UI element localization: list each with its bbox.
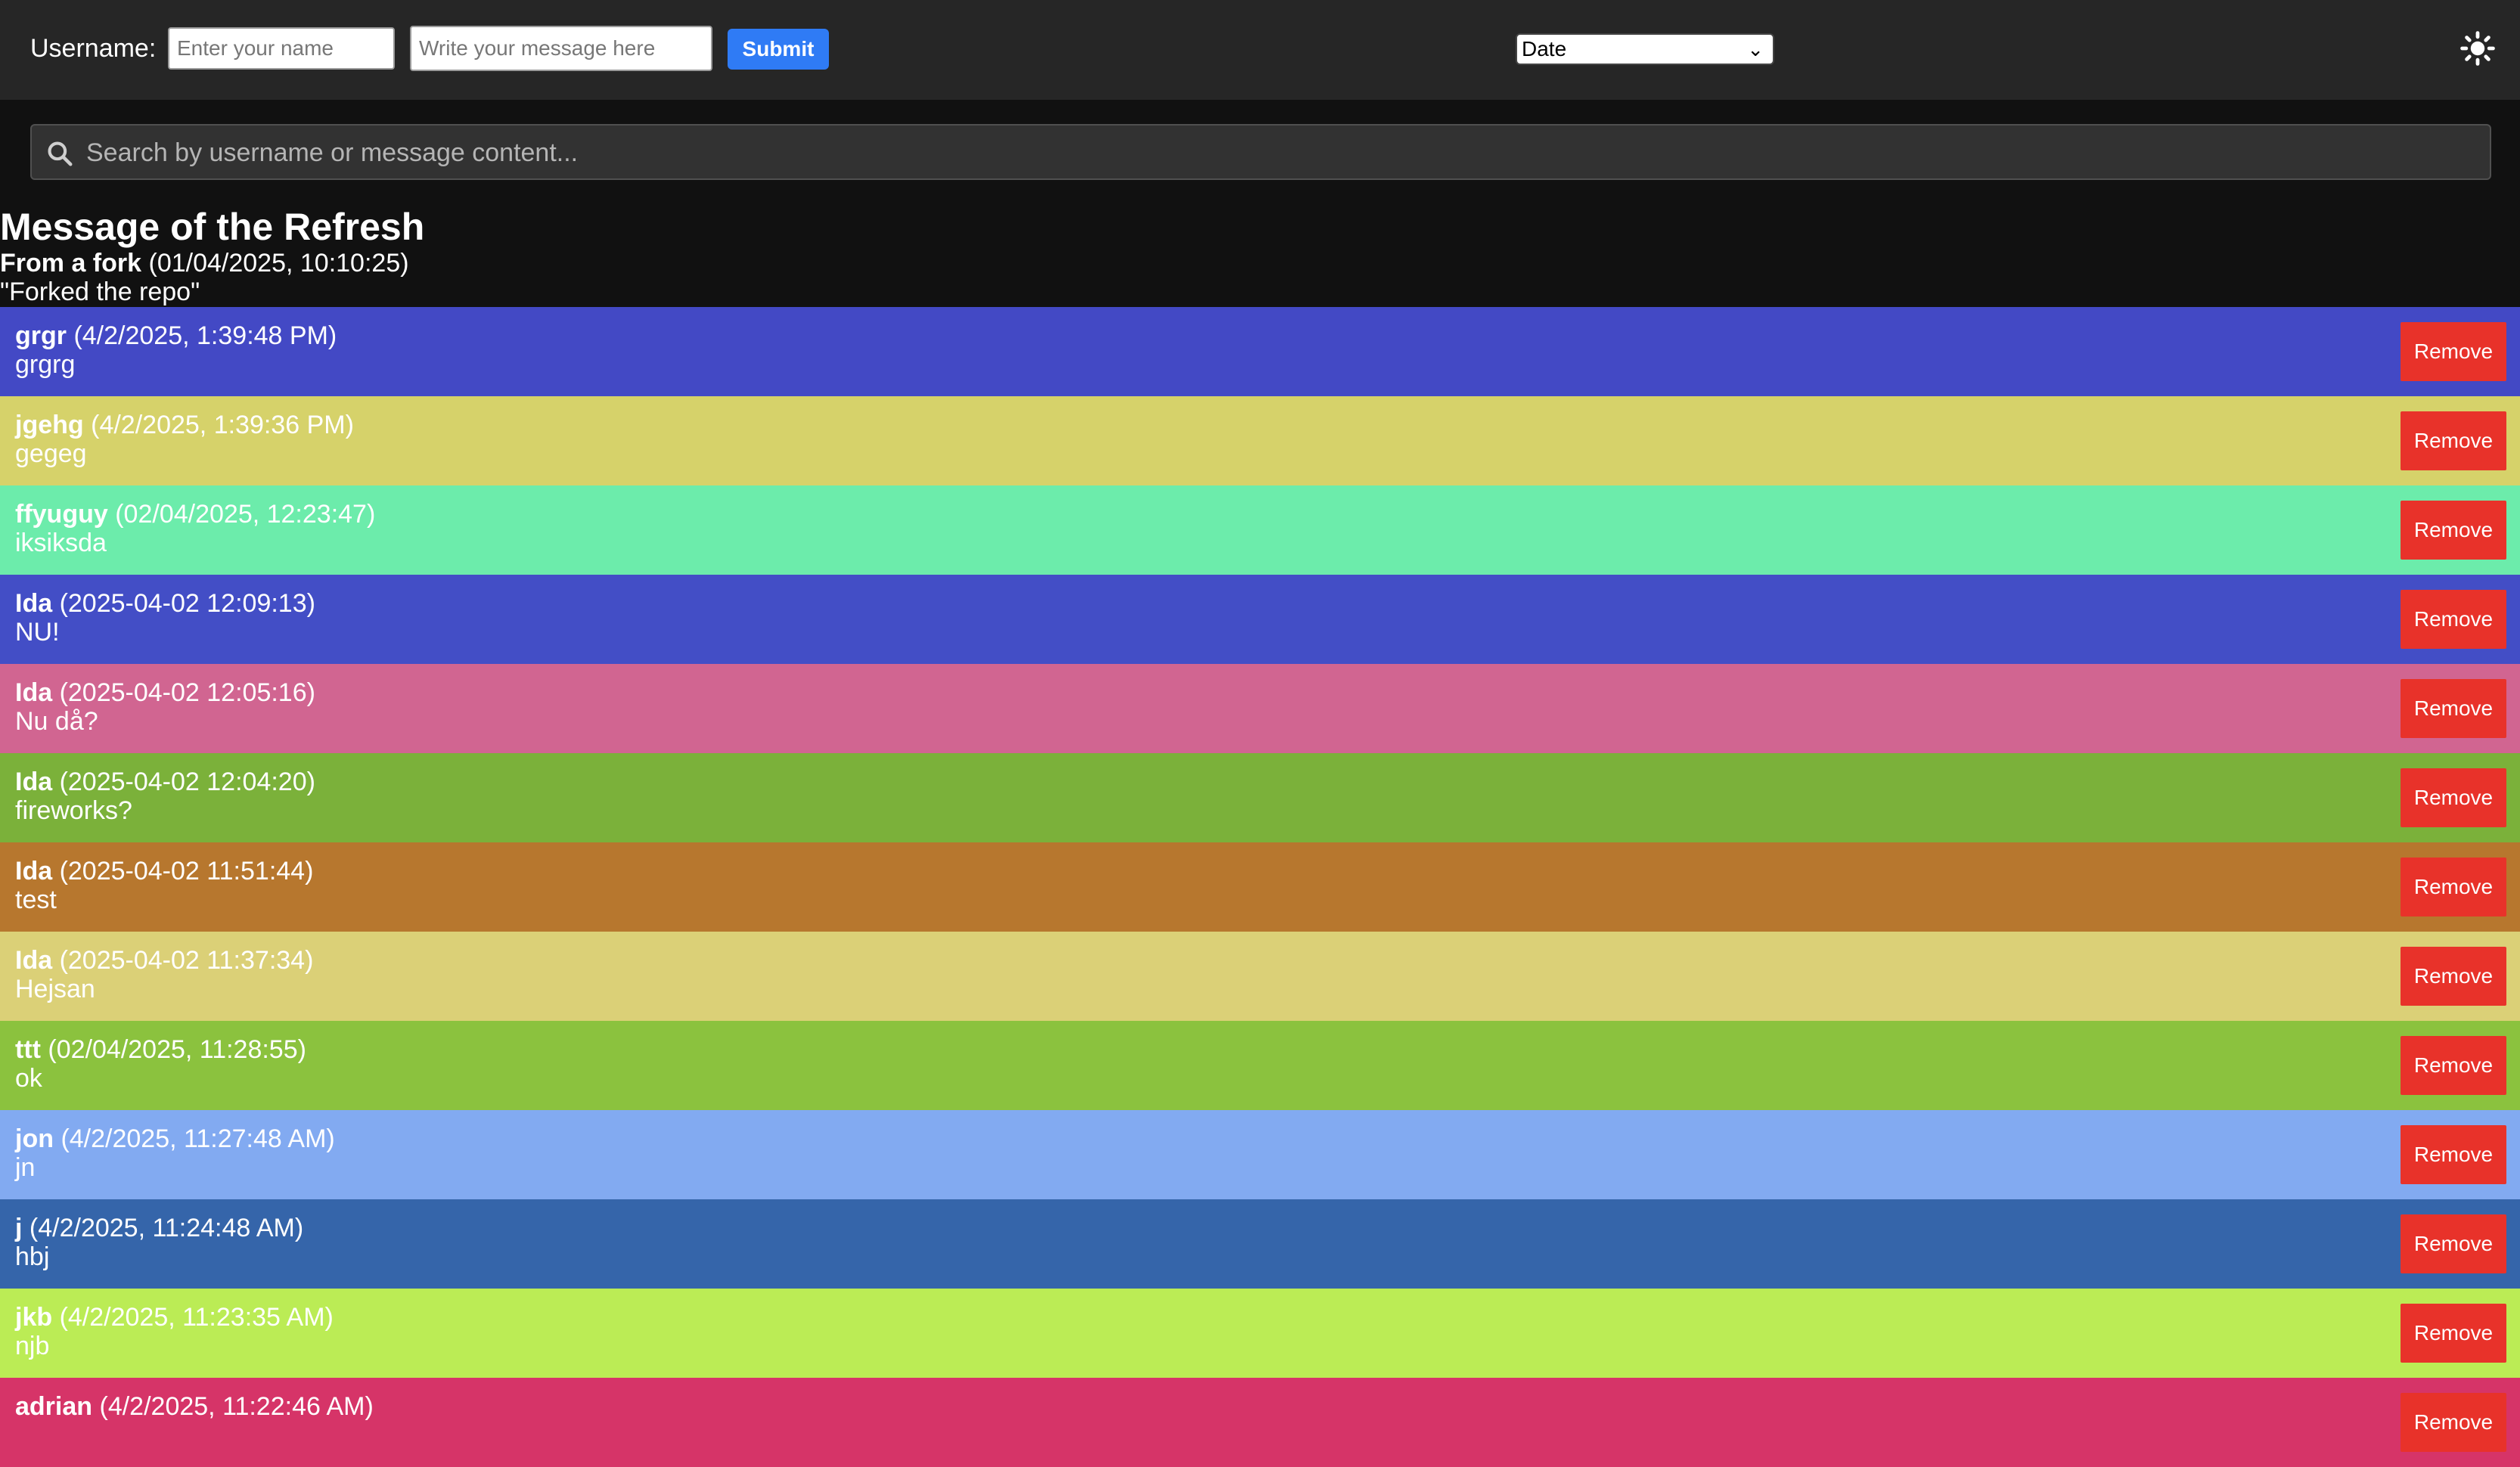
remove-button[interactable]: Remove (2401, 858, 2506, 916)
message-of-refresh-text: "Forked the repo" (0, 278, 200, 306)
message-list: grgr (4/2/2025, 1:39:48 PM) grgrg Remove… (0, 307, 2520, 1467)
message-timestamp: (4/2/2025, 1:39:48 PM) (73, 321, 337, 350)
sun-icon[interactable] (2459, 30, 2496, 67)
message-of-refresh-author: From a fork (0, 249, 142, 278)
message-input[interactable] (410, 26, 712, 71)
remove-button[interactable]: Remove (2401, 1036, 2506, 1095)
message-row: ttt (02/04/2025, 11:28:55) ok Remove (0, 1021, 2520, 1110)
sort-select-value: Date (1522, 37, 1567, 60)
message-row: Ida (2025-04-02 11:37:34) Hejsan Remove (0, 932, 2520, 1021)
message-text: Nu då? (15, 707, 98, 736)
message-row: Ida (2025-04-02 12:09:13) NU! Remove (0, 575, 2520, 664)
message-text: iksiksda (15, 529, 107, 557)
message-timestamp: (4/2/2025, 11:23:35 AM) (59, 1303, 334, 1332)
message-timestamp: (02/04/2025, 11:28:55) (48, 1035, 306, 1064)
message-username: ttt (15, 1035, 41, 1064)
message-timestamp: (4/2/2025, 11:27:48 AM) (61, 1124, 335, 1153)
message-username: jgehg (15, 411, 84, 439)
message-username: Ida (15, 857, 53, 885)
message-row: ffyuguy (02/04/2025, 12:23:47) iksiksda … (0, 485, 2520, 575)
search-icon (48, 141, 73, 166)
message-timestamp: (2025-04-02 12:05:16) (59, 678, 315, 707)
message-row: jkb (4/2/2025, 11:23:35 AM) njb Remove (0, 1289, 2520, 1378)
message-text: Hejsan (15, 975, 95, 1003)
username-input[interactable] (168, 27, 395, 70)
remove-button[interactable]: Remove (2401, 1393, 2506, 1452)
message-text: hbj (15, 1242, 50, 1271)
message-username: Ida (15, 768, 53, 796)
remove-button[interactable]: Remove (2401, 1214, 2506, 1273)
username-label: Username: (30, 34, 157, 63)
message-username: Ida (15, 946, 53, 975)
message-text: ok (15, 1064, 42, 1093)
message-row: j (4/2/2025, 11:24:48 AM) hbj Remove (0, 1199, 2520, 1289)
message-timestamp: (4/2/2025, 11:24:48 AM) (29, 1214, 304, 1242)
message-of-refresh-timestamp: (01/04/2025, 10:10:25) (148, 249, 409, 278)
message-text: fireworks? (15, 796, 132, 825)
submit-button[interactable]: Submit (728, 29, 829, 70)
message-text: njb (15, 1332, 50, 1360)
sort-select[interactable]: Date ⌄ (1516, 33, 1774, 65)
remove-button[interactable]: Remove (2401, 768, 2506, 827)
message-username: Ida (15, 678, 53, 707)
message-of-refresh-title: Message of the Refresh (0, 206, 425, 248)
message-text: gegeg (15, 439, 87, 468)
remove-button[interactable]: Remove (2401, 590, 2506, 649)
remove-button[interactable]: Remove (2401, 1304, 2506, 1363)
remove-button[interactable]: Remove (2401, 679, 2506, 738)
message-timestamp: (4/2/2025, 11:22:46 AM) (99, 1392, 374, 1421)
message-username: adrian (15, 1392, 93, 1421)
message-timestamp: (02/04/2025, 12:23:47) (115, 500, 376, 529)
search-input[interactable] (85, 130, 2478, 175)
message-text: test (15, 885, 57, 914)
message-text: NU! (15, 618, 60, 647)
search-bar (30, 124, 2491, 180)
message-username: jkb (15, 1303, 53, 1332)
message-username: ffyuguy (15, 500, 108, 529)
message-row: jgehg (4/2/2025, 1:39:36 PM) gegeg Remov… (0, 396, 2520, 485)
message-timestamp: (4/2/2025, 1:39:36 PM) (91, 411, 354, 439)
chevron-down-icon: ⌄ (1747, 38, 1764, 60)
message-of-refresh-meta: From a fork (01/04/2025, 10:10:25) (0, 248, 409, 278)
message-timestamp: (2025-04-02 12:09:13) (59, 589, 315, 618)
remove-button[interactable]: Remove (2401, 1125, 2506, 1184)
message-row: Ida (2025-04-02 11:51:44) test Remove (0, 842, 2520, 932)
top-bar: Username: Submit Date ⌄ (0, 0, 2520, 100)
message-row: grgr (4/2/2025, 1:39:48 PM) grgrg Remove (0, 307, 2520, 396)
message-row: Ida (2025-04-02 12:04:20) fireworks? Rem… (0, 753, 2520, 842)
remove-button[interactable]: Remove (2401, 501, 2506, 560)
message-row: jon (4/2/2025, 11:27:48 AM) jn Remove (0, 1110, 2520, 1199)
message-timestamp: (2025-04-02 12:04:20) (59, 768, 315, 796)
remove-button[interactable]: Remove (2401, 322, 2506, 381)
message-username: Ida (15, 589, 53, 618)
message-row: Ida (2025-04-02 12:05:16) Nu då? Remove (0, 664, 2520, 753)
remove-button[interactable]: Remove (2401, 947, 2506, 1006)
message-username: grgr (15, 321, 67, 350)
message-timestamp: (2025-04-02 11:51:44) (59, 857, 314, 885)
message-username: jon (15, 1124, 54, 1153)
message-text: jn (15, 1153, 36, 1182)
message-text: grgrg (15, 350, 76, 379)
message-timestamp: (2025-04-02 11:37:34) (59, 946, 314, 975)
message-row: adrian (4/2/2025, 11:22:46 AM) Remove (0, 1378, 2520, 1467)
remove-button[interactable]: Remove (2401, 411, 2506, 470)
message-username: j (15, 1214, 23, 1242)
